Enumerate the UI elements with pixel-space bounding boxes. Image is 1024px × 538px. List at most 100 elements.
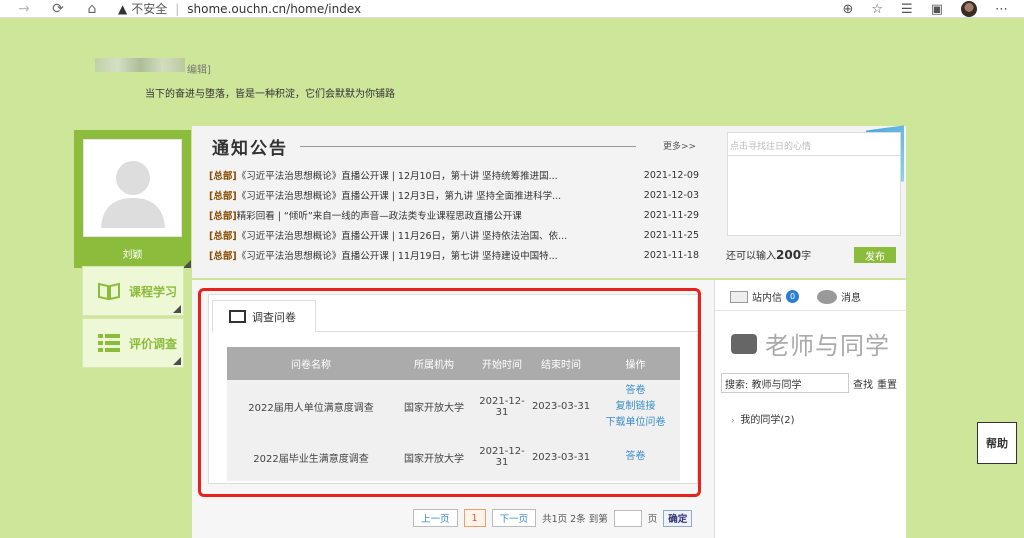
teachers-classmates-title: 老师与同学: [731, 326, 890, 361]
survey-table: 问卷名称 所属机构 开始时间 结束时间 操作 2022届用人单位满意度调查 国家…: [227, 347, 680, 481]
tab-survey[interactable]: 调查问卷: [212, 300, 316, 332]
open-book-icon: [98, 282, 120, 301]
classmates-tree-item[interactable]: › 我的同学(2): [731, 411, 795, 426]
download-survey-link[interactable]: 下载单位问卷: [591, 415, 680, 431]
mood-textarea[interactable]: [727, 156, 901, 236]
answer-link[interactable]: 答卷: [591, 383, 680, 399]
mood-note-panel: 点击寻找往日的心情 还可以输入200字 发布: [714, 125, 906, 278]
profile-card: 刘颖: [74, 130, 191, 268]
sidebar-item-course-study[interactable]: 课程学习: [82, 266, 184, 316]
list-item[interactable]: [总部]《习近平法治思想概论》直播公开课 | 12月10日，第十讲 坚持统筹推进…: [209, 165, 699, 185]
list-item[interactable]: [总部]《习近平法治思想概论》直播公开课 | 11月26日，第八讲 坚持依法治国…: [209, 225, 699, 245]
search-input[interactable]: [721, 373, 849, 393]
notice-text[interactable]: 《习近平法治思想概论》直播公开课 | 12月3日，第九讲 坚持全面推进科学...: [237, 191, 561, 202]
confirm-page-button[interactable]: 确定: [663, 509, 693, 527]
security-label[interactable]: 不安全: [131, 0, 167, 17]
warning-icon: ▲: [118, 1, 128, 16]
title-divider: [300, 146, 636, 147]
notice-date: 2021-12-03: [643, 189, 699, 201]
inbox-link[interactable]: 站内信: [752, 289, 782, 304]
sidebar-item-label: 评价调查: [129, 336, 178, 351]
next-page-button[interactable]: 下一页: [491, 509, 537, 527]
survey-name: 2022届用人单位满意度调查: [248, 403, 374, 414]
window-icon: [229, 310, 246, 323]
notice-text[interactable]: 精彩回看 | “倾听”来自一线的声音—政法类专业课程思政直播公开课: [237, 211, 522, 222]
more-menu-icon[interactable]: ⋯: [995, 2, 1008, 17]
tab-divider: [316, 331, 697, 332]
pagination: 上一页 1 下一页 共1页 2条 到第 页 确定: [413, 509, 693, 527]
user-name: 刘颖: [122, 250, 143, 261]
notice-tag: [总部]: [209, 171, 237, 182]
list-item[interactable]: [总部]精彩回看 | “倾听”来自一线的声音—政法类专业课程思政直播公开课 20…: [209, 205, 699, 225]
zoom-icon[interactable]: ⊕: [842, 2, 853, 17]
notice-date: 2021-11-25: [643, 229, 699, 241]
notice-text[interactable]: 《习近平法治思想概论》直播公开课 | 12月10日，第十讲 坚持统筹推进国...: [237, 171, 558, 182]
favorite-star-icon[interactable]: ☆: [871, 2, 883, 17]
messages-link[interactable]: 消息: [841, 289, 861, 304]
publish-button[interactable]: 发布: [854, 247, 896, 263]
search-row: 查找 重置: [721, 373, 897, 393]
motto-text: 当下的奋进与堕落，皆是一种积淀，它们会默默为你铺路: [145, 89, 395, 100]
column-header: 操作: [625, 360, 646, 371]
social-panel: 站内信 0 消息 老师与同学 查找 重置 › 我的同学(2): [714, 280, 907, 538]
notice-tag: [总部]: [209, 211, 237, 222]
notice-date: 2021-12-09: [643, 169, 699, 181]
edit-link[interactable]: 编辑]: [187, 61, 211, 76]
char-remaining: 还可以输入200字: [726, 247, 811, 262]
reset-button[interactable]: 重置: [877, 376, 897, 391]
notice-panel: 通知公告 更多>> [总部]《习近平法治思想概论》直播公开课 | 12月10日，…: [192, 126, 714, 278]
list-item[interactable]: [总部]《习近平法治思想概论》直播公开课 | 12月3日，第九讲 坚持全面推进科…: [209, 185, 699, 205]
survey-actions: 答卷 复制链接 下载单位问卷: [591, 383, 680, 431]
home-icon[interactable]: ⌂: [82, 1, 102, 17]
avatar[interactable]: [83, 139, 182, 237]
notice-date: 2021-11-18: [643, 249, 699, 261]
chat-bubble-icon[interactable]: [817, 289, 837, 304]
notice-title: 通知公告: [212, 139, 288, 159]
remain-count: 200: [776, 248, 802, 262]
classmates-label: 我的同学(2): [740, 415, 795, 426]
chevron-right-icon: ›: [731, 416, 741, 426]
notice-text[interactable]: 《习近平法治思想概论》直播公开课 | 11月26日，第八讲 坚持依法治国、依..…: [237, 231, 568, 242]
page-number-input[interactable]: [613, 509, 642, 527]
corner-decoration: [173, 305, 181, 313]
survey-name: 2022届毕业生满意度调查: [253, 453, 369, 465]
survey-start: 2021-12-31: [479, 395, 525, 418]
section-title: 老师与同学: [765, 332, 890, 360]
prev-page-button[interactable]: 上一页: [413, 509, 458, 527]
answer-link[interactable]: 答卷: [591, 449, 680, 465]
notice-tag: [总部]: [209, 231, 237, 242]
table-row: 2022届用人单位满意度调查 国家开放大学 2021-12-31 2023-03…: [227, 380, 680, 433]
search-button[interactable]: 查找: [853, 376, 873, 391]
more-link[interactable]: 更多>>: [663, 139, 696, 152]
survey-end: 2023-03-31: [531, 451, 591, 463]
collections-icon[interactable]: ▣: [931, 2, 943, 17]
column-header: 开始时间: [482, 360, 522, 371]
list-item[interactable]: [总部]《习近平法治思想概论》直播公开课 | 11月19日，第七讲 坚持建设中国…: [209, 245, 699, 265]
notice-text[interactable]: 《习近平法治思想概论》直播公开课 | 11月19日，第七讲 坚持建设中国特...: [237, 251, 558, 262]
left-sidebar: 刘颖 课程学习 评价调查: [74, 130, 192, 368]
sidebar-item-label: 课程学习: [129, 284, 178, 299]
favorites-list-icon[interactable]: ☰: [901, 2, 913, 17]
chat-icon: [731, 333, 757, 354]
copy-link[interactable]: 复制链接: [591, 399, 680, 415]
survey-start: 2021-12-31: [479, 446, 525, 468]
address-separator: |: [175, 1, 180, 16]
notice-tag: [总部]: [209, 191, 237, 202]
table-header: 问卷名称 所属机构 开始时间 结束时间 操作: [227, 347, 680, 380]
message-bar: 站内信 0 消息: [730, 289, 861, 304]
corner-decoration: [183, 260, 191, 268]
address-bar[interactable]: shome.ouchn.cn/home/index: [187, 2, 361, 16]
sidebar-item-evaluation-survey[interactable]: 评价调查: [82, 318, 184, 368]
current-page-button[interactable]: 1: [463, 509, 486, 527]
mail-icon[interactable]: [730, 290, 748, 303]
profile-avatar-icon[interactable]: [961, 1, 977, 17]
mood-hint[interactable]: 点击寻找往日的心情: [727, 132, 901, 156]
blurred-user-name: [95, 58, 185, 72]
remain-suffix: 字: [801, 251, 812, 262]
browser-toolbar: → ⟳ ⌂ ▲ 不安全 | shome.ouchn.cn/home/index …: [0, 0, 1024, 18]
column-header: 所属机构: [414, 360, 454, 371]
notice-date: 2021-11-29: [643, 209, 699, 221]
back-arrow-icon[interactable]: →: [14, 1, 34, 17]
help-button[interactable]: 帮助: [977, 422, 1017, 464]
reload-icon[interactable]: ⟳: [48, 1, 68, 17]
